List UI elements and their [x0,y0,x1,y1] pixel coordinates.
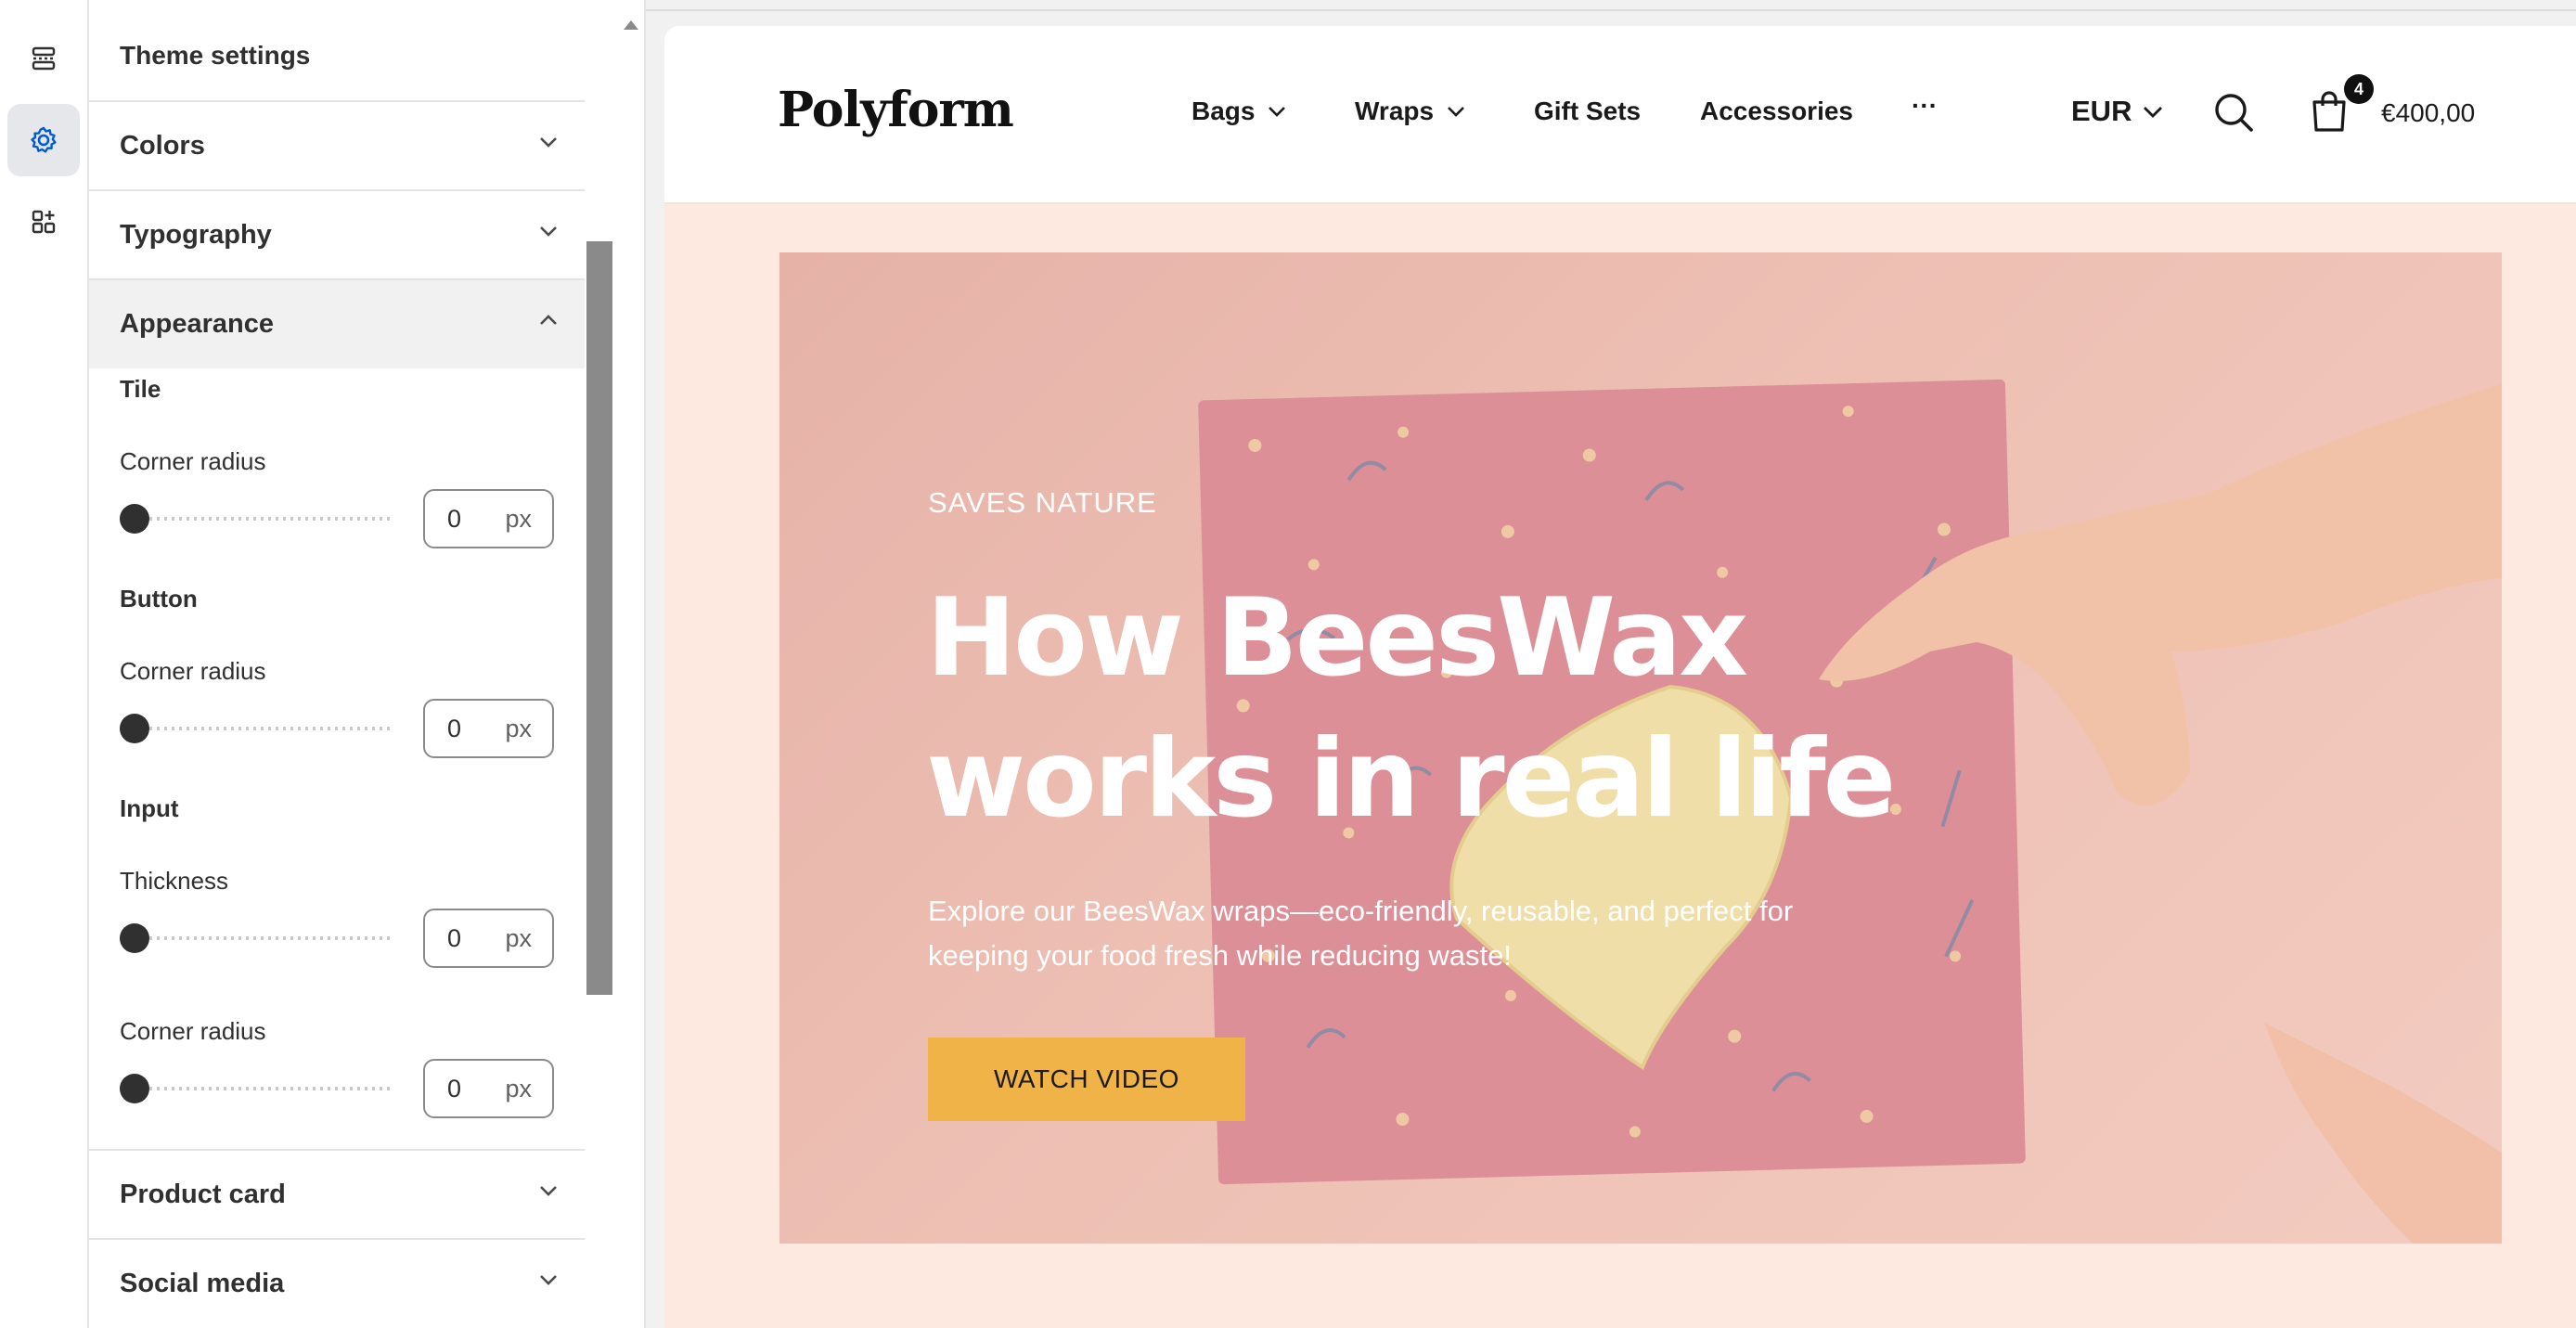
tile-corner-radius-value: 0 [447,504,462,533]
nav-accessories-label: Accessories [1700,97,1854,125]
search-icon[interactable] [2212,91,2255,134]
input-corner-radius-value: 0 [447,1074,462,1102]
outer-scroll-up-arrow[interactable] [624,20,638,30]
nav-bags[interactable]: Bags [1191,97,1286,126]
nav-accessories[interactable]: Accessories [1700,97,1853,126]
input-heading: Input [120,794,179,822]
slider-track [120,727,394,730]
unit-label: px [505,1074,532,1102]
chevron-up-icon [540,315,557,325]
currency-selector[interactable]: EUR [2071,95,2163,128]
nav-gift-sets[interactable]: Gift Sets [1534,97,1641,126]
apps-button[interactable] [7,186,80,258]
theme-editor: Theme settings Colors Typography Appeara… [0,0,2576,1328]
chevron-down-icon [1269,107,1286,117]
hero-title: How BeesWax works in real life [926,575,1896,842]
chevron-down-icon [1448,107,1464,117]
section-colors-label: Colors [120,131,205,161]
preview-top-bar [646,0,2576,11]
section-colors[interactable]: Colors [89,100,585,190]
input-corner-radius-slider[interactable] [120,1074,394,1103]
section-typography-label: Typography [120,220,272,250]
more-icon: ··· [1912,91,1938,120]
store-header: Polyform Bags Wraps Gift Sets Accessorie… [664,26,2576,204]
theme-settings-button[interactable] [7,104,80,176]
sections-button[interactable] [7,22,80,95]
store-preview: Polyform Bags Wraps Gift Sets Accessorie… [664,26,2576,1328]
button-corner-radius-value: 0 [447,714,462,742]
section-appearance[interactable]: Appearance [89,278,585,368]
nav-gift-sets-label: Gift Sets [1534,97,1642,125]
tile-heading: Tile [120,375,161,403]
section-appearance-label: Appearance [120,309,275,339]
nav-wraps[interactable]: Wraps [1355,97,1465,126]
apps-add-icon [32,210,56,234]
slider-thumb[interactable] [120,504,149,534]
chevron-down-icon [2144,106,2163,118]
panel-divider [644,0,646,1328]
section-social-media-label: Social media [120,1269,285,1298]
second-hand-image [2264,1023,2502,1244]
hero-description: Explore our BeesWax wraps—eco-friendly, … [928,895,1794,972]
tile-corner-radius-label: Corner radius [120,447,266,475]
tile-corner-radius-slider[interactable] [120,504,394,534]
section-product-card-label: Product card [120,1180,286,1209]
currency-label: EUR [2071,95,2132,127]
section-social-media[interactable]: Social media [89,1238,585,1328]
unit-label: px [505,923,532,952]
slider-track [120,936,394,940]
panel-title: Theme settings [120,41,311,70]
slider-track [120,1087,394,1090]
unit-label: px [505,714,532,742]
settings-gear-icon [31,126,57,153]
chevron-down-icon [540,137,557,148]
slider-thumb[interactable] [120,714,149,743]
hero-banner: SAVES NATURE How BeesWax works in real l… [779,252,2502,1244]
section-product-card[interactable]: Product card [89,1149,585,1239]
store-logo[interactable]: Polyform [778,82,1014,138]
watch-video-button[interactable]: WATCH VIDEO [928,1038,1245,1121]
button-heading: Button [120,585,198,612]
panel-scrollbar[interactable] [586,241,612,995]
input-corner-radius-label: Corner radius [120,1017,266,1045]
input-thickness-value: 0 [447,923,462,952]
sections-icon [32,46,56,71]
nav-more[interactable]: ··· [1912,91,1938,121]
cart-total[interactable]: €400,00 [2381,98,2475,128]
chevron-down-icon [540,1186,557,1196]
slider-thumb[interactable] [120,923,149,953]
shopping-bag-icon[interactable] [2309,89,2350,134]
section-typography[interactable]: Typography [89,189,585,279]
theme-settings-panel: Theme settings Colors Typography Appeara… [89,0,698,1328]
tile-corner-radius-input[interactable]: 0 px [423,489,554,548]
nav-bags-label: Bags [1191,97,1256,125]
slider-thumb[interactable] [120,1074,149,1103]
nav-wraps-label: Wraps [1355,97,1435,125]
button-corner-radius-input[interactable]: 0 px [423,699,554,758]
slider-track [120,517,394,521]
editor-rail [0,0,89,1328]
button-corner-radius-slider[interactable] [120,714,394,743]
input-thickness-slider[interactable] [120,923,394,953]
chevron-down-icon [540,226,557,237]
input-thickness-input[interactable]: 0 px [423,909,554,968]
cart-count-badge: 4 [2344,74,2374,104]
unit-label: px [505,504,532,533]
chevron-down-icon [540,1275,557,1285]
input-thickness-label: Thickness [120,867,229,895]
hero-eyebrow: SAVES NATURE [928,486,1157,519]
button-corner-radius-label: Corner radius [120,657,266,685]
input-corner-radius-input[interactable]: 0 px [423,1059,554,1118]
